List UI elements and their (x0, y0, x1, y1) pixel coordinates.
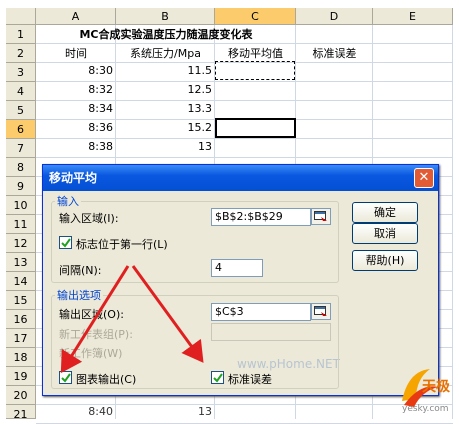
row-header[interactable]: 12 (6, 234, 36, 253)
pressure-cell[interactable]: 12.5 (116, 80, 215, 99)
row-header[interactable]: 8 (6, 158, 36, 177)
row-header[interactable]: 11 (6, 215, 36, 234)
cancel-button[interactable]: 取消 (352, 223, 418, 244)
output-range-label: 输出区域(O): (59, 308, 124, 321)
dialog-title: 移动平均 (49, 171, 98, 185)
input-range-label: 输入区域(I): (59, 212, 119, 225)
pressure-cell[interactable]: 13.3 (116, 99, 215, 118)
time-cell[interactable]: 8:30 (36, 61, 116, 80)
dialog-title-bar[interactable]: 移动平均 (43, 165, 438, 191)
yesky-logo-icon: 天极 yesky.com (402, 369, 451, 414)
new-sheet-field[interactable] (211, 323, 331, 341)
row-header[interactable]: 10 (6, 196, 36, 215)
time-cell[interactable]: 8:38 (36, 137, 116, 156)
range-select-icon (314, 211, 327, 221)
row-header[interactable]: 3 (6, 63, 36, 82)
row-header[interactable]: 13 (6, 253, 36, 272)
column-header-b[interactable]: B (116, 8, 215, 25)
column-header-d[interactable]: D (296, 8, 373, 25)
row-header[interactable]: 9 (6, 177, 36, 196)
svg-text:天极: 天极 (422, 378, 451, 395)
moving-average-dialog: 移动平均 ✕ www.pHome.NET 输入 输入区域(I): $B$2:$B… (42, 164, 439, 396)
output-range-field[interactable]: $C$3 (211, 303, 311, 321)
labels-first-row-label[interactable]: 标志位于第一行(L) (76, 236, 168, 252)
output-group-title: 输出选项 (55, 287, 103, 303)
row-header[interactable]: 16 (6, 310, 36, 329)
time-cell-partial[interactable]: 8:40 (36, 402, 116, 416)
interval-label: 间隔(N): (59, 264, 102, 277)
pressure-cell-partial[interactable]: 13 (116, 402, 215, 416)
row-header[interactable]: 17 (6, 329, 36, 348)
grid-line (452, 25, 453, 419)
input-range-field[interactable]: $B$2:$B$29 (211, 208, 311, 226)
select-all-corner[interactable] (6, 8, 36, 25)
time-cell[interactable]: 8:36 (36, 118, 116, 137)
standard-errors-label[interactable]: 标准误差 (228, 371, 272, 387)
row-header[interactable]: 14 (6, 272, 36, 291)
chart-output-label[interactable]: 图表输出(C) (76, 371, 136, 387)
labels-first-row-checkbox[interactable] (59, 236, 72, 249)
ok-button[interactable]: 确定 (352, 202, 418, 223)
pressure-cell[interactable]: 11.5 (116, 61, 215, 80)
column-header-c[interactable]: C (215, 8, 296, 25)
chart-output-checkbox[interactable] (59, 371, 72, 384)
row-header[interactable]: 7 (6, 139, 36, 158)
checkmark-icon (61, 373, 71, 383)
row-header[interactable]: 20 (6, 386, 36, 405)
output-range-picker-button[interactable] (311, 303, 331, 320)
active-cell-c6[interactable] (215, 118, 296, 138)
standard-errors-checkbox[interactable] (211, 371, 224, 384)
checkmark-icon (213, 373, 223, 383)
range-select-icon (314, 306, 327, 316)
interval-field[interactable]: 4 (211, 259, 263, 277)
row-header[interactable]: 4 (6, 82, 36, 101)
time-cell[interactable]: 8:32 (36, 80, 116, 99)
grid-line (36, 157, 453, 158)
pressure-cell[interactable]: 13 (116, 137, 215, 156)
pressure-cell[interactable]: 15.2 (116, 118, 215, 137)
row-header[interactable]: 15 (6, 291, 36, 310)
new-workbook-label: 新工作簿(W) (59, 347, 123, 360)
column-header-e[interactable]: E (373, 8, 453, 25)
row-header[interactable]: 21 (6, 405, 36, 421)
row-header[interactable]: 19 (6, 367, 36, 386)
yesky-logo: 天极 yesky.com (394, 361, 456, 414)
close-icon[interactable]: ✕ (414, 168, 434, 188)
row-header[interactable]: 1 (6, 25, 36, 44)
copy-marquee-c3 (215, 61, 295, 80)
header-std-err-cell[interactable]: 标准误差 (296, 44, 373, 63)
checkmark-icon (61, 238, 71, 248)
sheet-title-cell[interactable]: MC合成实验温度压力随温度变化表 (36, 25, 296, 44)
row-header[interactable]: 6 (6, 120, 36, 139)
new-sheet-label: 新工作表组(P): (59, 328, 133, 341)
time-cell[interactable]: 8:34 (36, 99, 116, 118)
input-group-title: 输入 (55, 193, 81, 209)
help-button[interactable]: 帮助(H) (352, 250, 418, 271)
row-header[interactable]: 5 (6, 101, 36, 120)
row-header[interactable]: 18 (6, 348, 36, 367)
svg-text:yesky.com: yesky.com (402, 404, 449, 413)
input-range-picker-button[interactable] (311, 208, 331, 225)
row-header[interactable]: 2 (6, 44, 36, 63)
column-header-a[interactable]: A (36, 8, 116, 25)
